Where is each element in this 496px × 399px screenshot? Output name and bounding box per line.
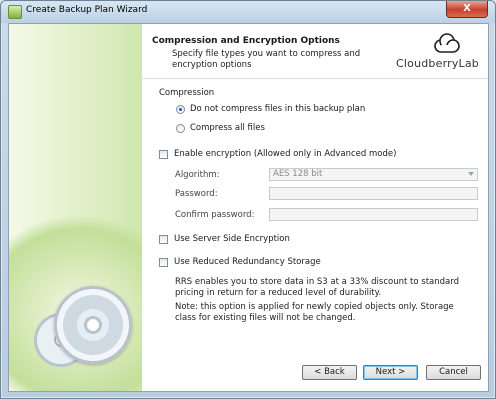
rrs-checkbox[interactable] (159, 258, 168, 267)
sse-checkbox[interactable] (159, 235, 168, 244)
cancel-button[interactable]: Cancel (426, 365, 481, 380)
no-compress-label[interactable]: Do not compress files in this backup pla… (190, 104, 365, 114)
confirm-password-label: Confirm password: (175, 210, 255, 220)
algorithm-label: Algorithm: (175, 170, 220, 180)
rrs-label[interactable]: Use Reduced Redundancy Storage (174, 257, 321, 267)
options-content: Compression Do not compress files in thi… (142, 79, 488, 359)
algorithm-select[interactable]: AES 128 bit (269, 168, 478, 181)
radio-compress-all[interactable] (176, 124, 185, 133)
rrs-info-text: RRS enables you to store data in S3 at a… (175, 277, 459, 298)
enable-encryption-label[interactable]: Enable encryption (Allowed only in Advan… (174, 149, 396, 159)
window-title: Create Backup Plan Wizard (26, 5, 148, 15)
rrs-note-text: Note: this option is applied for newly c… (175, 302, 454, 323)
page-description: Specify file types you want to compress … (172, 49, 361, 70)
sse-label[interactable]: Use Server Side Encryption (174, 234, 290, 244)
close-button[interactable]: X (446, 1, 488, 18)
back-button[interactable]: < Back (302, 365, 357, 380)
app-icon (8, 5, 22, 19)
disc-icon (54, 286, 132, 364)
wizard-body: Compression and Encryption Options Speci… (8, 23, 489, 392)
next-button[interactable]: Next > (363, 365, 418, 380)
confirm-password-field[interactable] (269, 208, 478, 221)
password-field[interactable] (269, 187, 478, 200)
cloudberry-logo-icon (434, 33, 460, 53)
compress-all-label[interactable]: Compress all files (190, 123, 265, 133)
wizard-window: Create Backup Plan Wizard X Compression … (0, 0, 496, 399)
chevron-down-icon (468, 172, 474, 176)
compression-group-label: Compression (159, 88, 215, 98)
radio-no-compress[interactable] (176, 105, 185, 114)
logo-text: CloudberryLab (396, 57, 479, 70)
wizard-side-panel (9, 24, 142, 391)
page-title: Compression and Encryption Options (152, 36, 340, 46)
password-label: Password: (175, 189, 218, 199)
enable-encryption-checkbox[interactable] (159, 150, 168, 159)
title-bar: Create Backup Plan Wizard X (1, 1, 495, 23)
wizard-footer: < Back Next > Cancel (142, 359, 488, 391)
algorithm-value: AES 128 bit (273, 169, 323, 179)
wizard-header: Compression and Encryption Options Speci… (142, 24, 488, 79)
